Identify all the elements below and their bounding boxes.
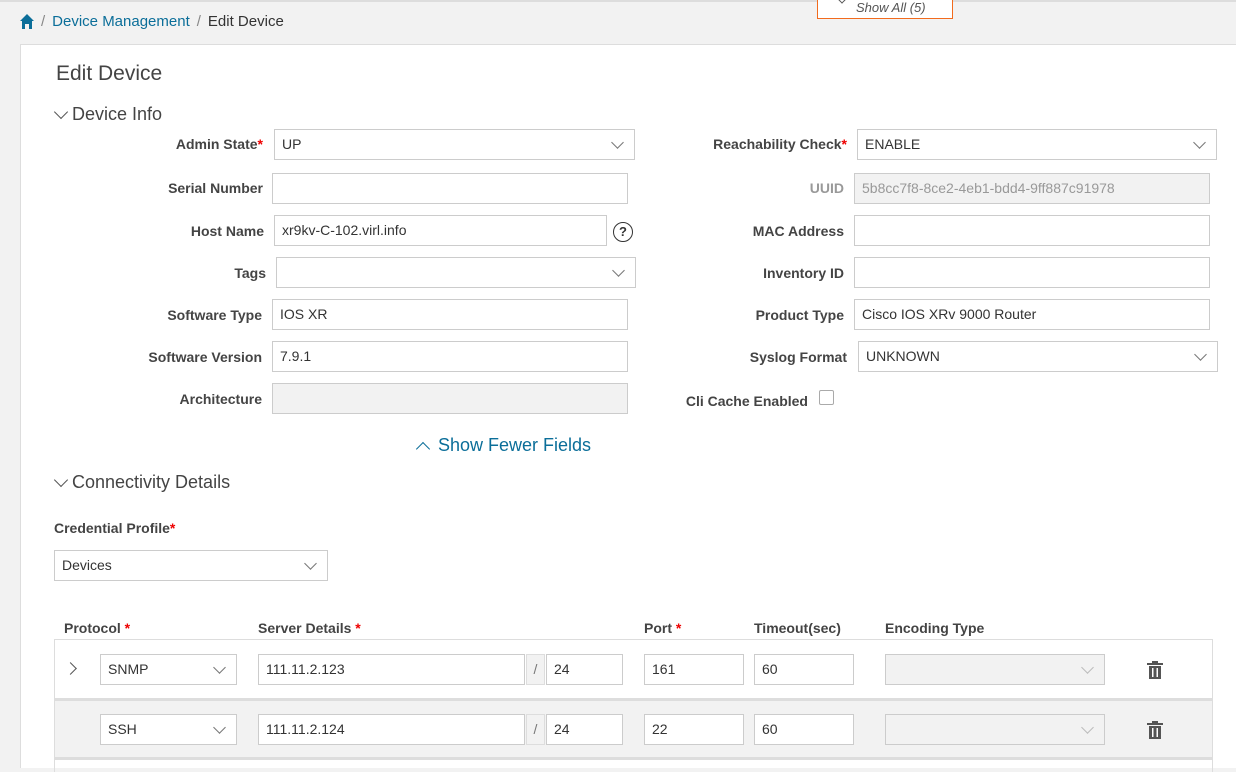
chevron-down-icon [611, 136, 624, 149]
show-all-label: Show All (5) [856, 0, 926, 15]
architecture-input [272, 383, 628, 414]
host-name-input[interactable]: xr9kv-C-102.virl.info [274, 215, 607, 246]
serial-number-input[interactable] [272, 173, 628, 204]
chevron-down-icon [304, 557, 317, 570]
device-info-toggle[interactable]: Device Info [53, 104, 163, 125]
architecture-label: Architecture [179, 391, 262, 407]
trash-icon[interactable] [1147, 661, 1163, 679]
server-ip-input[interactable]: 111.11.2.123 [258, 654, 525, 685]
timeout-header: Timeout(sec) [754, 620, 841, 636]
product-type-input[interactable]: Cisco IOS XRv 9000 Router [854, 299, 1210, 330]
section-title: Device Info [72, 104, 163, 124]
chevron-down-icon [1193, 136, 1206, 149]
uuid-label: UUID [809, 180, 844, 196]
timeout-input[interactable]: 60 [754, 714, 854, 745]
connectivity-toggle[interactable]: Connectivity Details [53, 472, 231, 493]
timeout-input[interactable]: 60 [754, 654, 854, 685]
inventory-id-input[interactable] [854, 257, 1210, 288]
breadcrumb-device-management[interactable]: Device Management [52, 13, 190, 30]
subnet-mask-input[interactable]: 24 [546, 714, 623, 745]
credential-profile-select[interactable]: Devices [54, 550, 328, 581]
syslog-format-select[interactable]: UNKNOWN [858, 341, 1218, 372]
software-version-input[interactable]: 7.9.1 [272, 341, 628, 372]
protocol-select[interactable]: SNMP [100, 654, 237, 685]
chevron-down-icon [612, 264, 625, 277]
breadcrumb-separator: / [41, 13, 46, 30]
chevron-down-icon [213, 721, 226, 734]
home-icon[interactable] [20, 14, 34, 29]
tags-select[interactable] [276, 257, 636, 288]
syslog-format-label: Syslog Format [749, 349, 847, 365]
encoding-type-select [885, 654, 1105, 685]
chevron-up-icon [415, 441, 431, 456]
admin-state-select[interactable]: UP [274, 129, 635, 160]
reachability-check-select[interactable]: ENABLE [857, 129, 1217, 160]
show-fewer-fields-link[interactable]: Show Fewer Fields [415, 435, 592, 456]
server-details-header: Server Details * [258, 620, 361, 636]
chevron-down-icon [1081, 721, 1094, 734]
port-input[interactable]: 161 [644, 654, 744, 685]
reachability-check-label: Reachability Check* [713, 136, 847, 152]
page-title: Edit Device [56, 62, 163, 85]
chevron-down-icon [1194, 348, 1207, 361]
protocol-header: Protocol * [64, 620, 131, 636]
port-input[interactable]: 22 [644, 714, 744, 745]
chevron-down-icon [53, 104, 69, 119]
serial-number-label: Serial Number [168, 180, 263, 196]
slash-separator: / [526, 654, 545, 685]
product-type-label: Product Type [755, 307, 844, 323]
breadcrumb-separator: / [196, 13, 201, 30]
subnet-mask-input[interactable]: 24 [546, 654, 623, 685]
chevron-down-icon [836, 0, 848, 4]
section-title: Connectivity Details [72, 472, 231, 492]
breadcrumb: / Device Management / Edit Device [20, 13, 284, 30]
uuid-input: 5b8cc7f8-8ce2-4eb1-bdd4-9ff887c91978 [854, 173, 1210, 204]
show-fewer-label: Show Fewer Fields [438, 435, 592, 455]
credential-profile-label: Credential Profile* [54, 520, 176, 536]
software-version-label: Software Version [148, 349, 262, 365]
software-type-label: Software Type [167, 307, 262, 323]
cli-cache-checkbox[interactable] [819, 390, 834, 405]
show-all-button[interactable]: Show All (5) [817, 0, 953, 19]
inventory-id-label: Inventory ID [763, 265, 844, 281]
admin-state-label: Admin State* [175, 136, 263, 152]
mac-address-label: MAC Address [752, 223, 844, 239]
trash-icon[interactable] [1147, 721, 1163, 739]
breadcrumb-current: Edit Device [207, 13, 284, 30]
protocol-select[interactable]: SSH [100, 714, 237, 745]
software-type-input[interactable]: IOS XR [272, 299, 628, 330]
cli-cache-label: Cli Cache Enabled [685, 393, 808, 409]
server-ip-input[interactable]: 111.11.2.124 [258, 714, 525, 745]
mac-address-input[interactable] [854, 215, 1210, 246]
chevron-down-icon [213, 661, 226, 674]
chevron-down-icon [1081, 661, 1094, 674]
port-header: Port * [644, 620, 682, 636]
top-border [0, 0, 1236, 2]
help-icon[interactable]: ? [613, 222, 633, 242]
chevron-down-icon [53, 472, 69, 487]
encoding-type-select [885, 714, 1105, 745]
tags-label: Tags [234, 265, 266, 281]
slash-separator: / [526, 714, 545, 745]
encoding-type-header: Encoding Type [885, 620, 985, 636]
host-name-label: Host Name [190, 223, 264, 239]
